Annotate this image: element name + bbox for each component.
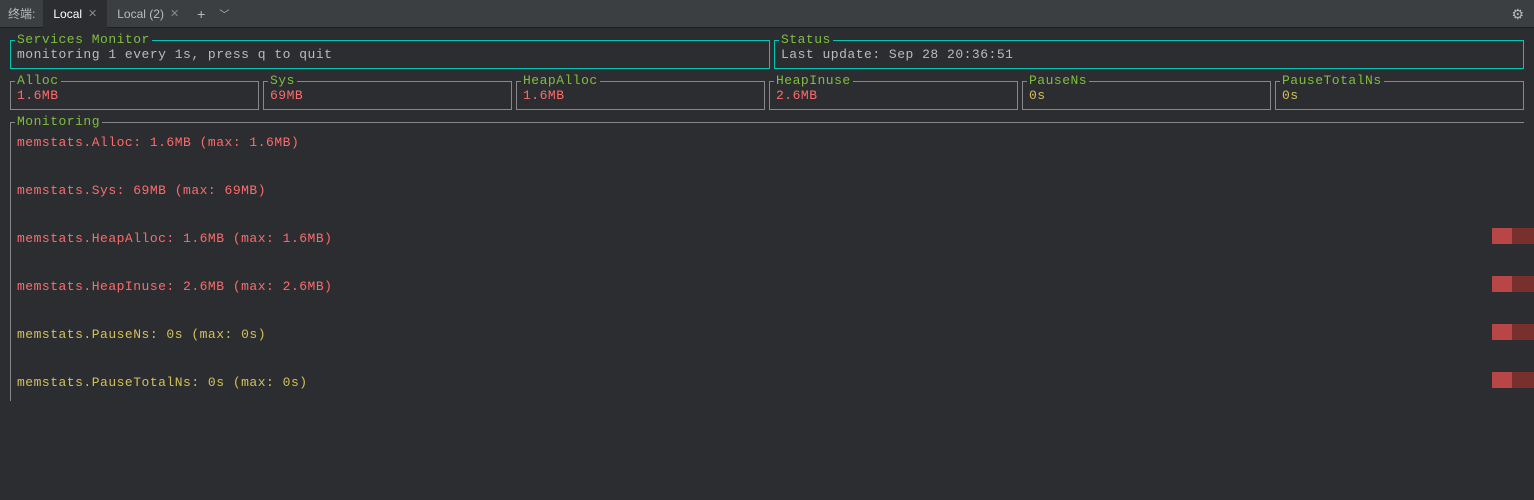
- right-edge-bars: [1492, 228, 1534, 420]
- monitoring-spacer: [17, 299, 1518, 323]
- usage-bar: [1492, 228, 1534, 244]
- usage-bar: [1492, 372, 1534, 388]
- metric-pausetotalns: PauseTotalNs 0s: [1275, 81, 1524, 110]
- metric-value: 69MB: [270, 88, 303, 103]
- tab-label: Local (2): [117, 7, 164, 21]
- metric-value: 1.6MB: [17, 88, 59, 103]
- metric-pausens: PauseNs 0s: [1022, 81, 1271, 110]
- monitoring-spacer: [17, 347, 1518, 371]
- monitoring-spacer: [17, 203, 1518, 227]
- metric-value: 1.6MB: [523, 88, 565, 103]
- monitoring-line: memstats.Alloc: 1.6MB (max: 1.6MB): [17, 131, 1518, 155]
- monitoring-spacer: [17, 251, 1518, 275]
- tab-dropdown-icon[interactable]: ﹀: [213, 6, 235, 21]
- metric-label: PauseTotalNs: [1280, 73, 1384, 88]
- close-icon[interactable]: ✕: [88, 7, 97, 20]
- panel-label: Monitoring: [15, 114, 102, 129]
- tab-label: Local: [53, 7, 82, 21]
- close-icon[interactable]: ✕: [170, 7, 179, 20]
- terminal-title: 终端:: [8, 5, 35, 22]
- terminal-tab-bar: 终端: Local ✕ Local (2) ✕ + ﹀ ⚙: [0, 0, 1534, 28]
- usage-bar: [1492, 324, 1534, 340]
- metric-alloc: Alloc 1.6MB: [10, 81, 259, 110]
- metric-sys: Sys 69MB: [263, 81, 512, 110]
- metric-heapinuse: HeapInuse 2.6MB: [769, 81, 1018, 110]
- metric-label: HeapAlloc: [521, 73, 600, 88]
- panel-label: Status: [779, 32, 833, 47]
- monitoring-line: memstats.HeapAlloc: 1.6MB (max: 1.6MB): [17, 227, 1518, 251]
- metric-value: 0s: [1282, 88, 1299, 103]
- metric-value: 0s: [1029, 88, 1046, 103]
- panel-label: Services Monitor: [15, 32, 152, 47]
- status-text: Last update: Sep 28 20:36:51: [781, 47, 1517, 62]
- monitoring-line: memstats.PauseTotalNs: 0s (max: 0s): [17, 371, 1518, 395]
- services-monitor-panel: Services Monitor monitoring 1 every 1s, …: [10, 40, 770, 69]
- gear-icon[interactable]: ⚙: [1511, 6, 1524, 23]
- metric-label: HeapInuse: [774, 73, 853, 88]
- new-tab-button[interactable]: +: [189, 6, 213, 22]
- metric-label: Alloc: [15, 73, 61, 88]
- terminal-content: Services Monitor monitoring 1 every 1s, …: [0, 28, 1534, 413]
- tab-local-2[interactable]: Local (2) ✕: [107, 0, 189, 28]
- monitoring-spacer: [17, 155, 1518, 179]
- metric-label: PauseNs: [1027, 73, 1089, 88]
- metric-label: Sys: [268, 73, 297, 88]
- monitoring-panel: Monitoring memstats.Alloc: 1.6MB (max: 1…: [10, 122, 1524, 401]
- usage-bar: [1492, 276, 1534, 292]
- metric-heapalloc: HeapAlloc 1.6MB: [516, 81, 765, 110]
- top-panels-row: Services Monitor monitoring 1 every 1s, …: [8, 32, 1526, 73]
- status-panel: Status Last update: Sep 28 20:36:51: [774, 40, 1524, 69]
- monitoring-line: memstats.HeapInuse: 2.6MB (max: 2.6MB): [17, 275, 1518, 299]
- monitoring-line: memstats.Sys: 69MB (max: 69MB): [17, 179, 1518, 203]
- tab-local[interactable]: Local ✕: [43, 0, 107, 28]
- monitoring-line: memstats.PauseNs: 0s (max: 0s): [17, 323, 1518, 347]
- services-monitor-text: monitoring 1 every 1s, press q to quit: [17, 47, 763, 62]
- metrics-row: Alloc 1.6MB Sys 69MB HeapAlloc 1.6MB Hea…: [8, 73, 1526, 114]
- metric-value: 2.6MB: [776, 88, 818, 103]
